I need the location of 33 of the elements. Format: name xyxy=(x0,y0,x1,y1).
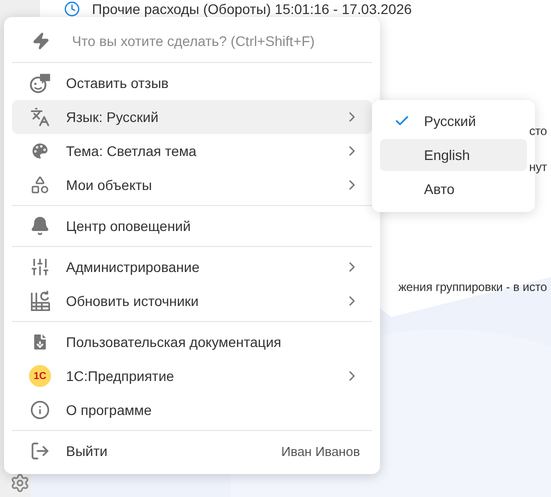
menu-item[interactable]: О программе xyxy=(12,393,372,427)
user-name: Иван Иванов xyxy=(281,444,360,458)
shapes-icon xyxy=(30,175,50,195)
menu-item[interactable]: Пользовательская документация xyxy=(12,325,372,359)
menu-item[interactable]: Центр оповещений xyxy=(12,209,372,243)
logout-icon xyxy=(30,441,50,461)
bell-icon xyxy=(30,216,50,236)
lightning-icon xyxy=(32,32,50,50)
palette-icon xyxy=(30,141,50,161)
settings-icon[interactable] xyxy=(10,473,30,493)
clock-icon xyxy=(64,1,80,17)
menu-item[interactable]: 1С 1С:Предприятие xyxy=(12,359,372,393)
menu-item[interactable]: Оставить отзыв xyxy=(12,66,372,100)
sliders-icon xyxy=(30,257,50,277)
menu-item[interactable]: Мои объекты xyxy=(12,168,372,202)
search-field[interactable]: Что вы хотите сделать? (Ctrl+Shift+F) xyxy=(70,32,372,50)
language-option[interactable]: Русский xyxy=(380,105,527,137)
background-text: нут xyxy=(529,160,547,174)
menu-item[interactable]: Обновить источники xyxy=(12,284,372,318)
background-text: жения группировки - в исто xyxy=(398,280,547,294)
logo-icon: 1С xyxy=(29,365,51,387)
report-title: Прочие расходы (Обороты) 15:01:16 - 17.03.2026 xyxy=(92,1,412,17)
feedback-icon xyxy=(29,72,51,94)
info-icon xyxy=(30,400,50,420)
translate-icon xyxy=(30,107,50,127)
language-option[interactable]: Авто xyxy=(380,173,527,205)
table-refresh-icon xyxy=(29,290,51,312)
background-text: сто xyxy=(529,124,547,138)
menu-item[interactable]: Администрирование xyxy=(12,250,372,284)
menu-item[interactable]: Тема: Светлая тема xyxy=(12,134,372,168)
language-option[interactable]: English xyxy=(380,139,527,171)
menu-item[interactable]: Язык: Русский xyxy=(12,100,372,134)
menu-item[interactable]: Выйти Иван Иванов xyxy=(12,434,372,468)
